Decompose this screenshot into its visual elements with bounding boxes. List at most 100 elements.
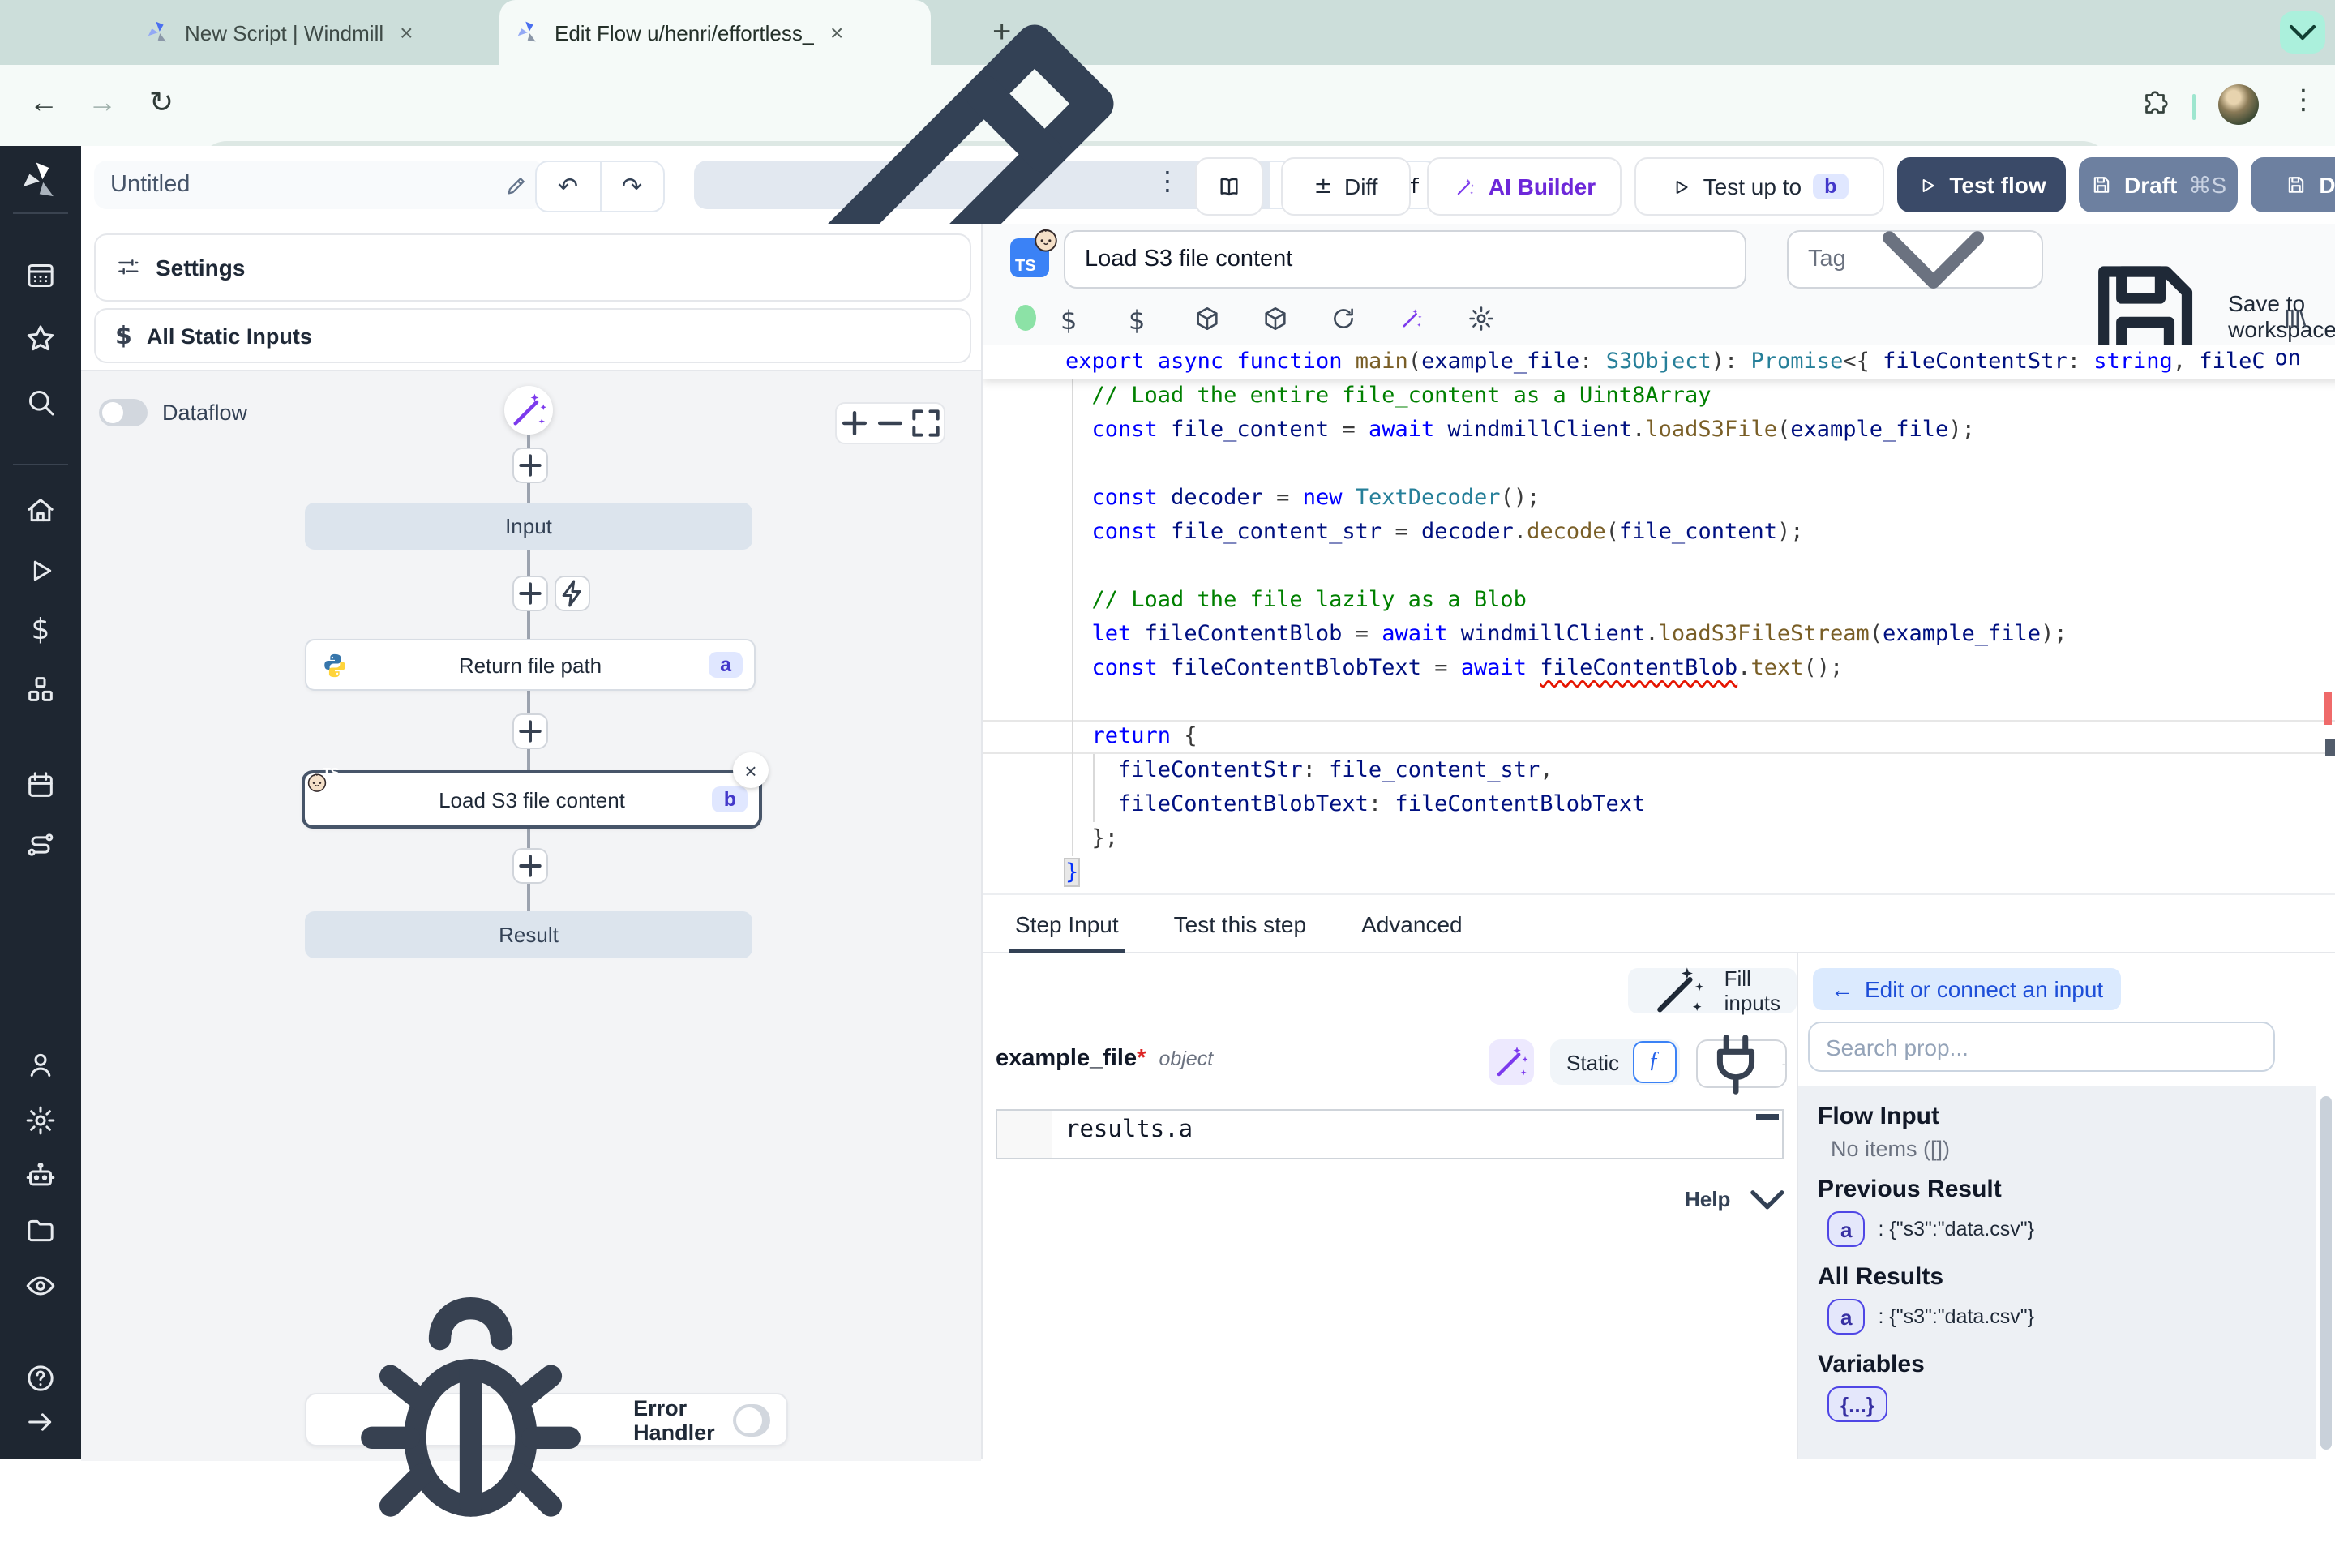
editor-gutter	[997, 1111, 1052, 1158]
sidebar-item-route[interactable]	[24, 828, 57, 860]
code-line: const file_content = await windmillClien…	[983, 413, 2335, 448]
flow-node-input[interactable]: Input	[305, 503, 752, 550]
error-handler-card[interactable]: Error Handler	[305, 1393, 788, 1446]
reload-icon[interactable]: ↻	[149, 86, 174, 120]
path-button[interactable]: Path	[694, 161, 1270, 209]
sidebar-item-search[interactable]	[24, 386, 57, 418]
browser-menu-icon[interactable]: ⋮	[2290, 84, 2317, 117]
redo-button[interactable]: ↷	[601, 162, 663, 211]
variables-button[interactable]: $	[1129, 305, 1156, 332]
add-trigger-button[interactable]	[555, 576, 590, 611]
add-step-button[interactable]	[512, 576, 548, 611]
browser-tab-1[interactable]: New Script | Windmill ×	[130, 0, 532, 65]
reload-icon[interactable]	[1330, 305, 1357, 332]
zoom-out-button[interactable]	[872, 404, 908, 443]
forward-icon[interactable]: →	[88, 86, 117, 120]
draft-button[interactable]: Draft⌘S	[2079, 157, 2238, 212]
sidebar-item-dollar[interactable]: $	[24, 613, 57, 645]
zoom-in-button[interactable]	[837, 404, 872, 443]
sidebar-item-home[interactable]	[24, 495, 57, 527]
expression-editor[interactable]: results.a	[996, 1109, 1784, 1159]
code-wrap-fragment: on	[2274, 345, 2301, 371]
step-editor-panel: TS Tag Save to workspace $ $ export asyn…	[981, 224, 2335, 1459]
prop-item[interactable]: a: {"s3":"data.csv"}	[1818, 1297, 2296, 1336]
node-badge-b: b	[713, 786, 748, 812]
flow-node-b-selected[interactable]: TS Load S3 file content b	[302, 770, 762, 829]
sidebar-item-folder[interactable]	[24, 1214, 57, 1246]
fit-view-button[interactable]	[908, 404, 944, 443]
package-button[interactable]	[1193, 305, 1221, 332]
help-link[interactable]: Help	[1685, 1171, 1797, 1229]
flow-settings-button[interactable]: Settings	[94, 233, 971, 302]
javascript-expr-mode-button[interactable]: ƒ	[1632, 1041, 1676, 1083]
library-icon[interactable]	[2281, 305, 2309, 332]
flow-summary-field[interactable]: Untitled	[94, 161, 545, 209]
tab-test-this-step[interactable]: Test this step	[1174, 893, 1306, 953]
more-options-icon[interactable]: ⋮	[1155, 165, 1180, 198]
deploy-button[interactable]: Deploy	[2251, 157, 2335, 212]
diff-button[interactable]: ±Diff	[1281, 157, 1411, 216]
sidebar-item-robot[interactable]	[24, 1159, 57, 1191]
tab-search-chevron-button[interactable]	[2280, 11, 2325, 54]
connect-input-button[interactable]	[1696, 1039, 1787, 1088]
screen: New Script | Windmill × Edit Flow u/henr…	[0, 0, 2335, 1459]
sidebar-item-gear[interactable]	[24, 1103, 57, 1136]
ai-builder-button[interactable]: AI Builder	[1427, 157, 1622, 216]
add-step-button[interactable]	[512, 448, 548, 483]
sidebar-item-eye[interactable]	[24, 1269, 57, 1301]
docs-button[interactable]	[1195, 157, 1263, 216]
panel-scrollbar[interactable]	[2320, 1096, 2332, 1450]
sidebar-item-star[interactable]	[24, 323, 57, 355]
tab-advanced[interactable]: Advanced	[1361, 893, 1463, 953]
ai-fill-button[interactable]	[1489, 1039, 1534, 1085]
tab-step-input[interactable]: Step Input	[1015, 893, 1119, 953]
ai-wand-icon[interactable]	[1398, 305, 1425, 332]
add-step-button[interactable]	[512, 848, 548, 884]
fill-inputs-button[interactable]: Fill inputs	[1628, 968, 1797, 1013]
flow-ai-button[interactable]	[504, 386, 553, 435]
status-dot	[1015, 305, 1036, 331]
undo-button[interactable]: ↶	[537, 162, 601, 211]
prop-badge[interactable]: {...}	[1827, 1386, 1887, 1422]
all-static-inputs-button[interactable]: $ All Static Inputs	[94, 308, 971, 363]
assets-button[interactable]: $	[1060, 305, 1088, 332]
flow-node-a[interactable]: Return file path a	[305, 639, 756, 691]
tag-select[interactable]: Tag	[1787, 230, 2043, 289]
sidebar-item-grid-window[interactable]	[24, 259, 57, 292]
sidebar-item-calendar[interactable]	[24, 768, 57, 800]
input-mode-toggle[interactable]: Static ƒ	[1550, 1039, 1679, 1085]
sidebar-item-arrow-right[interactable]	[24, 1406, 57, 1438]
edit-or-connect-button[interactable]: ←Edit or connect an input	[1813, 968, 2121, 1010]
code-editor[interactable]: export async function main(example_file:…	[983, 345, 2335, 893]
windmill-logo[interactable]	[19, 159, 62, 203]
avatar[interactable]	[2218, 84, 2259, 125]
prop-badge[interactable]: a	[1827, 1211, 1865, 1247]
step-tabs: Step Input Test this step Advanced	[983, 893, 2335, 953]
back-icon[interactable]: ←	[29, 86, 58, 120]
add-step-button[interactable]	[512, 713, 548, 749]
step-name-input[interactable]	[1064, 230, 1746, 289]
node-badge-a: a	[709, 652, 743, 678]
prop-section: Previous Resulta: {"s3":"data.csv"}	[1818, 1176, 2296, 1249]
code-line: }	[983, 856, 2335, 890]
sidebar-item-user[interactable]	[24, 1048, 57, 1081]
settings-gear-icon[interactable]	[1467, 305, 1495, 332]
sidebar-item-cubes[interactable]	[24, 672, 57, 705]
tab-close-icon[interactable]: ×	[400, 19, 413, 45]
prop-item[interactable]: {...}	[1818, 1385, 2296, 1424]
extensions-icon[interactable]	[2140, 89, 2170, 118]
delete-node-button[interactable]: ×	[733, 752, 769, 788]
sidebar-item-help[interactable]	[24, 1362, 57, 1394]
flow-panel: Settings $ All Static Inputs Dataflow In…	[81, 224, 981, 1459]
editor-scrollbar[interactable]	[2325, 739, 2335, 756]
flow-node-result[interactable]: Result	[305, 911, 752, 958]
dataflow-toggle[interactable]	[99, 399, 148, 426]
package-button[interactable]	[1262, 305, 1289, 332]
sidebar-item-play[interactable]	[24, 554, 57, 586]
error-handler-toggle[interactable]	[734, 1403, 770, 1436]
section-title: Flow Input	[1818, 1103, 2296, 1130]
search-prop-input[interactable]	[1808, 1022, 2275, 1072]
prop-item[interactable]: a: {"s3":"data.csv"}	[1818, 1210, 2296, 1249]
editor-action-bar: $ $	[983, 298, 2335, 341]
prop-badge[interactable]: a	[1827, 1299, 1865, 1335]
